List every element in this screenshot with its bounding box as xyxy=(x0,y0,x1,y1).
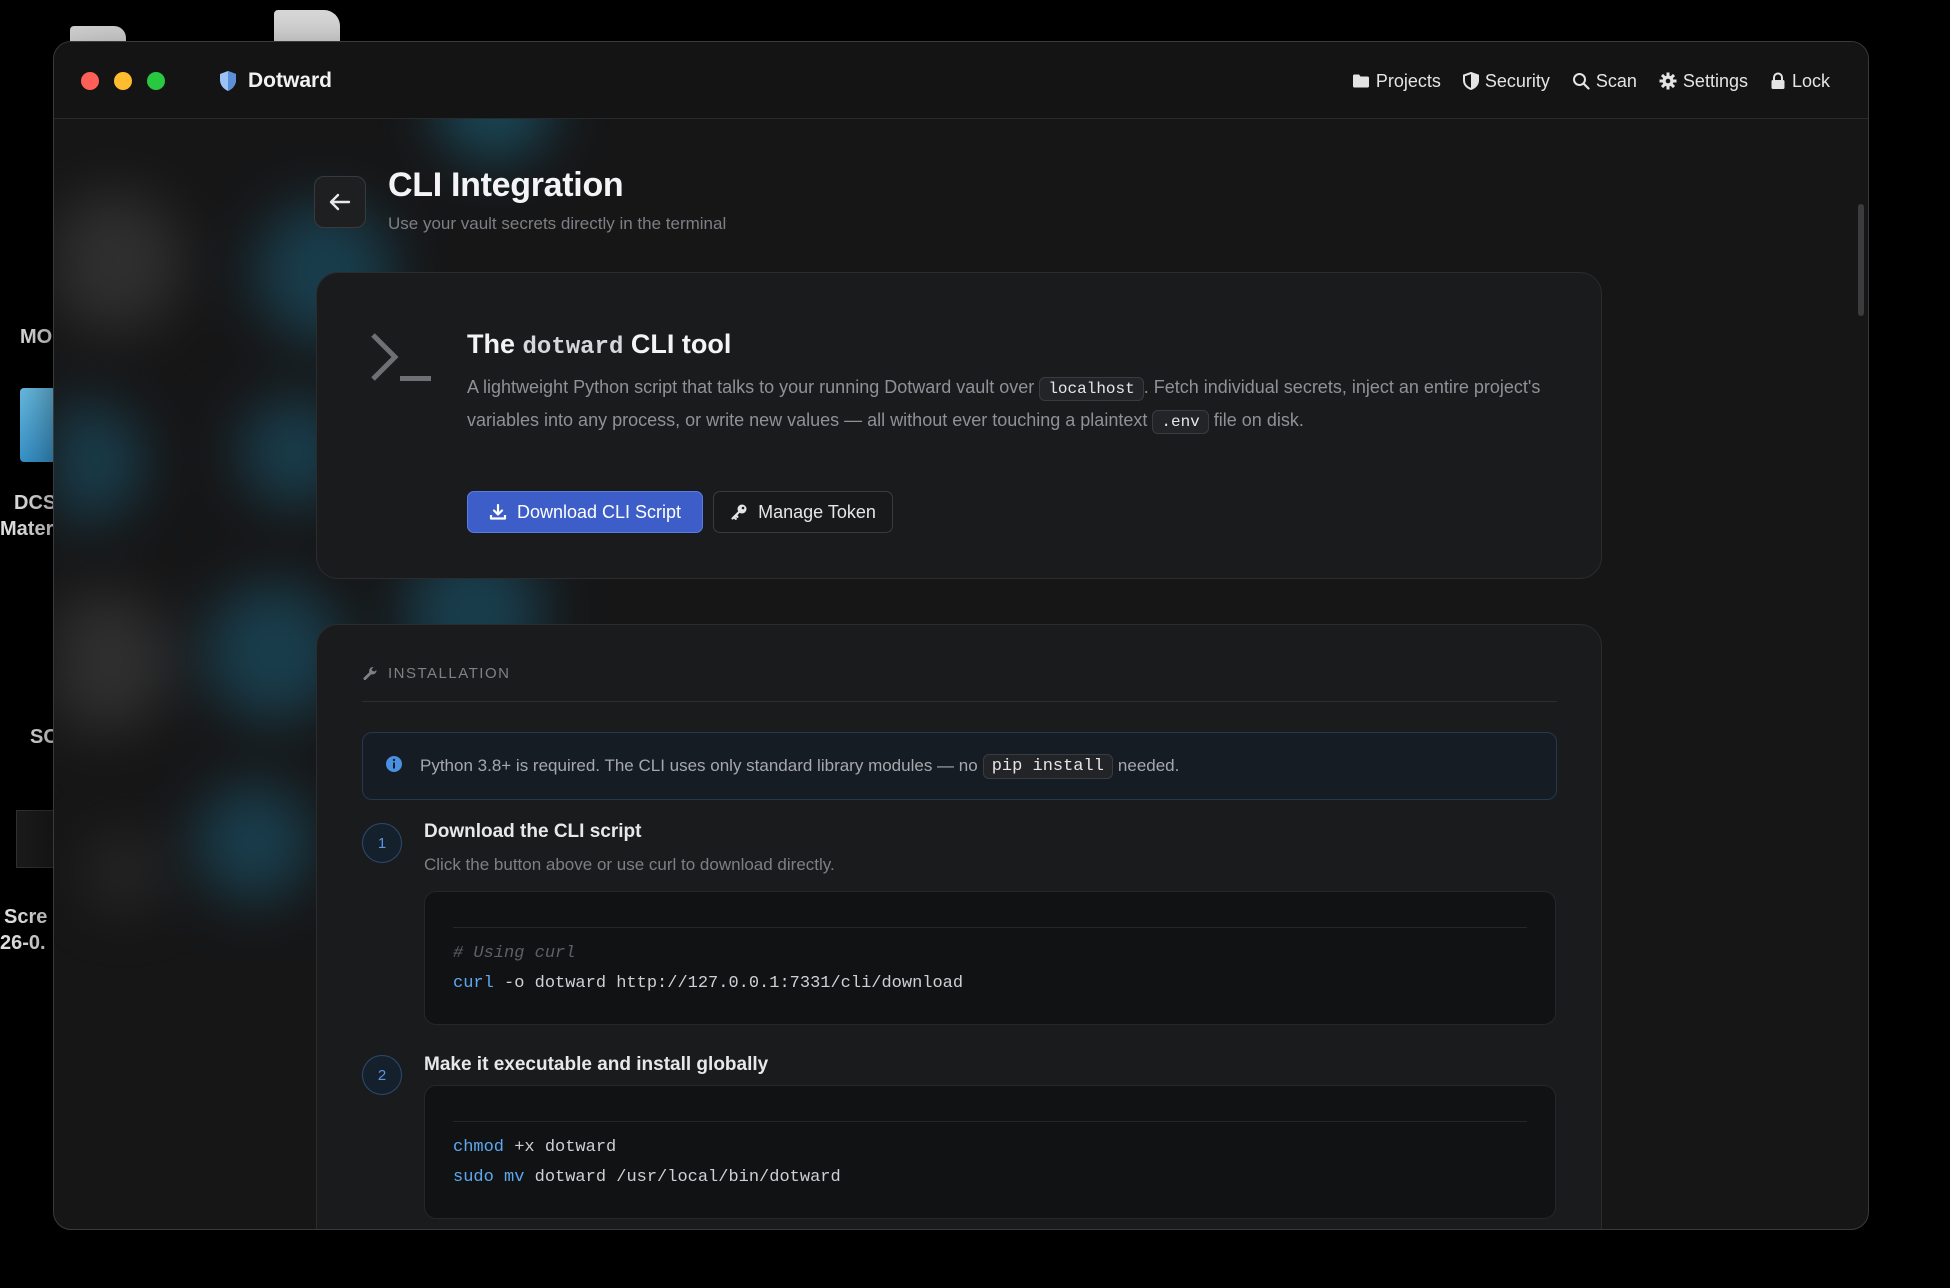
key-icon xyxy=(731,504,747,520)
cli-tool-card: The dotward CLI tool A lightweight Pytho… xyxy=(316,272,1602,579)
lock-icon xyxy=(1771,72,1785,89)
download-cli-button[interactable]: Download CLI Script xyxy=(467,491,703,533)
download-icon xyxy=(489,503,507,520)
nav-scan[interactable]: Scan xyxy=(1572,71,1637,92)
minimize-window-button[interactable] xyxy=(114,72,132,90)
terminal-prompt-icon xyxy=(371,333,431,381)
code-comment: # Using curl xyxy=(453,944,575,963)
code-command: sudo mv xyxy=(453,1168,525,1187)
section-divider xyxy=(362,701,1557,702)
code-command: curl xyxy=(453,974,494,993)
code-args: +x dotward xyxy=(504,1138,617,1157)
nav-settings[interactable]: Settings xyxy=(1659,71,1748,92)
info-text: Python 3.8+ is required. The CLI uses on… xyxy=(420,733,1179,799)
desktop-label: Scre xyxy=(4,906,48,928)
shield-icon xyxy=(1462,72,1479,90)
code-args: dotward /usr/local/bin/dotward xyxy=(524,1168,841,1187)
step-1-title: Download the CLI script xyxy=(424,821,642,842)
step-2-code-block[interactable]: chmod +x dotward sudo mv dotward /usr/lo… xyxy=(424,1085,1556,1219)
info-text-part: needed. xyxy=(1117,756,1180,775)
code-line: sudo mv dotward /usr/local/bin/dotward xyxy=(453,1168,841,1187)
nav-security-label: Security xyxy=(1484,70,1550,91)
step-2-title: Make it executable and install globally xyxy=(424,1054,769,1075)
localhost-code: localhost xyxy=(1039,377,1144,401)
code-block-divider xyxy=(453,1121,1527,1122)
code-command: chmod xyxy=(453,1138,505,1157)
code-line: chmod +x dotward xyxy=(453,1138,616,1157)
shield-icon xyxy=(220,71,236,91)
python-requirement-notice: Python 3.8+ is required. The CLI uses on… xyxy=(362,732,1557,800)
scrollbar-thumb[interactable] xyxy=(1858,204,1864,316)
info-text-part: Python 3.8+ is required. The CLI uses on… xyxy=(420,756,978,775)
cli-tool-title-suffix: CLI tool xyxy=(630,329,732,359)
manage-token-button[interactable]: Manage Token xyxy=(713,491,893,533)
app-name: Dotward xyxy=(248,69,332,92)
app-brand[interactable]: Dotward xyxy=(218,64,332,98)
scrollbar[interactable] xyxy=(1856,118,1868,1229)
desktop-label: Materi xyxy=(0,518,59,540)
title-bar: Dotward Projects Security Scan Settings … xyxy=(54,42,1868,119)
page-subtitle: Use your vault secrets directly in the t… xyxy=(388,214,727,233)
desktop-label: DCS xyxy=(14,492,57,514)
installation-heading-text: INSTALLATION xyxy=(388,665,511,682)
back-button[interactable] xyxy=(314,176,366,228)
cli-tool-description: A lightweight Python script that talks t… xyxy=(467,372,1557,438)
wrench-icon xyxy=(363,666,377,680)
nav-lock-label: Lock xyxy=(1791,70,1830,91)
step-1-number: 1 xyxy=(362,823,402,863)
pip-install-code: pip install xyxy=(982,753,1113,779)
arrow-left-icon xyxy=(329,193,351,211)
desktop-label: MO xyxy=(20,326,53,348)
step-1-code-block[interactable]: # Using curl curl -o dotward http://127.… xyxy=(424,891,1556,1025)
cli-tool-title: The dotward CLI tool xyxy=(467,329,731,361)
main-content: CLI Integration Use your vault secrets d… xyxy=(54,119,1868,1229)
nav-projects-label: Projects xyxy=(1375,70,1441,91)
installation-card: INSTALLATION Python 3.8+ is required. Th… xyxy=(316,624,1602,1229)
step-1-description: Click the button above or use curl to do… xyxy=(424,855,835,874)
top-nav: Projects Security Scan Settings Lock xyxy=(1352,64,1830,98)
installation-heading: INSTALLATION xyxy=(362,665,510,682)
code-block-divider xyxy=(453,927,1527,928)
cli-tool-title-prefix: The xyxy=(467,329,516,359)
cli-tool-desc-text: A lightweight Python script that talks t… xyxy=(467,377,1035,397)
cli-tool-desc-text: file on disk. xyxy=(1213,410,1304,430)
code-comment-text: # Using curl xyxy=(453,944,576,963)
desktop-screenshot-icon[interactable] xyxy=(16,810,55,868)
desktop-label: 26-0. xyxy=(0,932,46,954)
desktop-folder-icon[interactable] xyxy=(20,388,53,462)
page-title: CLI Integration xyxy=(388,166,624,204)
code-line: curl -o dotward http://127.0.0.1:7331/cl… xyxy=(453,974,963,993)
desktop-file-icon[interactable] xyxy=(70,26,126,41)
nav-settings-label: Settings xyxy=(1682,70,1748,91)
cli-tool-title-code: dotward xyxy=(522,334,624,361)
code-args: -o dotward http://127.0.0.1:7331/cli/dow… xyxy=(493,974,964,993)
step-2-number: 2 xyxy=(362,1055,402,1095)
folder-icon xyxy=(1352,74,1369,88)
close-window-button[interactable] xyxy=(81,72,99,90)
nav-security[interactable]: Security xyxy=(1462,70,1550,92)
desktop-file-icon[interactable] xyxy=(274,10,340,41)
env-code: .env xyxy=(1152,410,1209,434)
nav-projects[interactable]: Projects xyxy=(1352,71,1441,92)
app-window: Dotward Projects Security Scan Settings … xyxy=(53,41,1869,1230)
gear-icon xyxy=(1659,72,1677,90)
info-icon xyxy=(386,756,402,772)
nav-lock[interactable]: Lock xyxy=(1770,71,1830,92)
maximize-window-button[interactable] xyxy=(147,72,165,90)
nav-scan-label: Scan xyxy=(1595,70,1637,91)
search-icon xyxy=(1572,73,1590,90)
manage-token-label: Manage Token xyxy=(758,501,876,522)
download-cli-label: Download CLI Script xyxy=(516,501,682,522)
